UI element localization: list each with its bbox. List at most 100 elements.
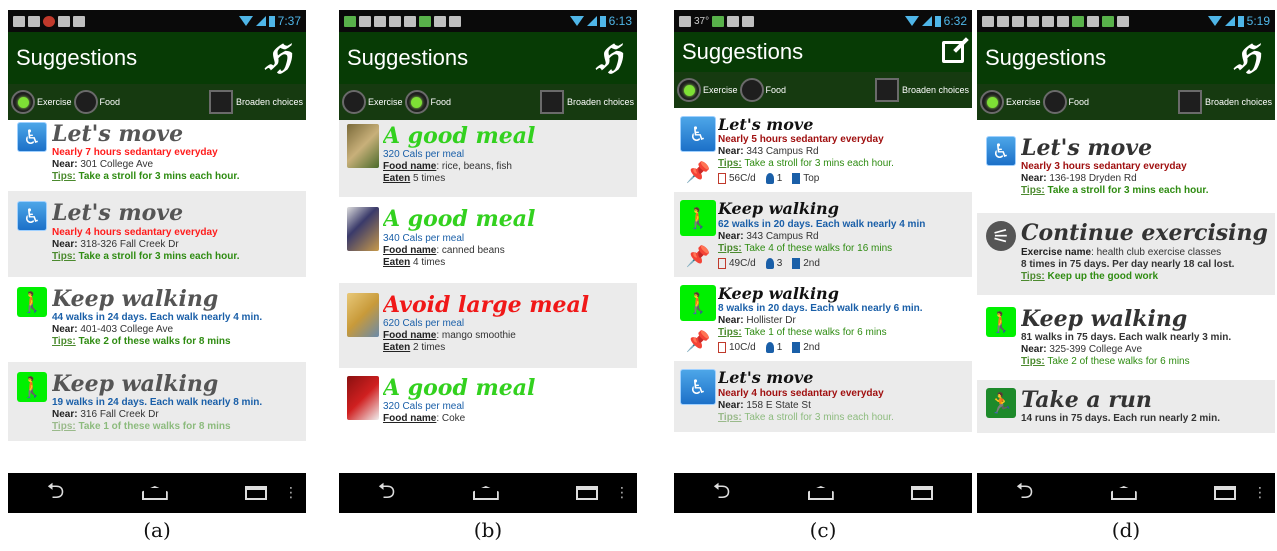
- overflow-menu-icon[interactable]: ⋮: [284, 485, 298, 501]
- list-item[interactable]: ⚟ Continue exercising Exercise name: hea…: [977, 213, 1275, 295]
- app-bar: Suggestions ℌ: [339, 32, 637, 84]
- list-item[interactable]: 🏃 Take a run 14 runs in 75 days. Each ru…: [977, 379, 1275, 434]
- food-photo: [347, 124, 379, 168]
- list-item[interactable]: 🚶 Keep walking 81 walks in 75 days. Each…: [977, 295, 1275, 380]
- edit-icon[interactable]: [942, 41, 964, 63]
- clock: 6:13: [608, 14, 632, 28]
- recent-apps-icon[interactable]: [911, 486, 934, 500]
- food-photo: [347, 292, 379, 337]
- notification-icon: [1057, 15, 1069, 27]
- back-icon[interactable]: ⮌: [47, 474, 65, 512]
- nav-bar: ⮌ ⋮: [339, 473, 637, 513]
- sitting-icon: ♿: [17, 201, 47, 232]
- app-notification-icon: [419, 15, 431, 27]
- image-icon: [679, 15, 691, 27]
- exercise-radio[interactable]: Exercise: [980, 90, 1041, 114]
- list-item[interactable]: 🚶 📌 Keep walking 8 walks in 20 days. Each…: [674, 277, 972, 361]
- broaden-choices-checkbox[interactable]: [539, 90, 564, 114]
- back-icon[interactable]: ⮌: [378, 474, 396, 512]
- list-item[interactable]: ♿ Let's move Nearly 4 hours sedantary ev…: [8, 191, 306, 277]
- overflow-menu-icon[interactable]: ⋮: [615, 485, 629, 501]
- suggestion-list[interactable]: ♿ 📌 Let's move Nearly 5 hours sedantary e…: [674, 108, 972, 473]
- calorie-icon: [718, 257, 726, 269]
- recent-apps-icon[interactable]: [1214, 486, 1237, 500]
- list-item[interactable]: A good meal 320 Cals per meal Food name:…: [339, 368, 637, 433]
- android-icon: [982, 15, 994, 27]
- app-logo-icon[interactable]: ℌ: [589, 38, 629, 78]
- android-icon: [73, 15, 85, 27]
- battery-icon: [1237, 15, 1244, 27]
- walking-icon: 🚶: [680, 200, 716, 237]
- status-bar: 7:37: [8, 10, 306, 32]
- app-bar: Suggestions ℌ: [8, 32, 306, 84]
- list-item[interactable]: ♿ Let's move Nearly 4 hours sedantary ev…: [674, 361, 972, 432]
- person-icon: [765, 342, 774, 354]
- broaden-choices-label: Broaden choices: [235, 97, 303, 107]
- phone-screen-c: 37° 6:32 Suggestions Exercise Food Broad…: [674, 10, 972, 513]
- recent-apps-icon[interactable]: [245, 486, 268, 500]
- home-icon[interactable]: [472, 486, 499, 500]
- list-item[interactable]: A good meal 320 Cals per meal Food name:…: [339, 120, 637, 198]
- filter-bar: Exercise Food Broaden choices: [8, 84, 306, 120]
- exercise-radio[interactable]: Exercise: [677, 78, 738, 102]
- walking-icon: 🚶: [986, 306, 1016, 337]
- page-title: Suggestions: [16, 45, 138, 70]
- mail-icon: [1012, 15, 1024, 27]
- food-radio[interactable]: Food: [73, 90, 120, 114]
- exercise-radio[interactable]: Exercise: [11, 90, 72, 114]
- voicemail-icon: [434, 15, 446, 27]
- suggestion-list[interactable]: ♿ Let's move Nearly 3 hours sedantary ev…: [977, 120, 1275, 473]
- broaden-choices-checkbox[interactable]: [874, 78, 899, 102]
- nav-bar: ⮌ ⋮: [977, 473, 1275, 513]
- app-bar: Suggestions ℌ: [977, 32, 1275, 84]
- walking-icon: 🚶: [17, 286, 47, 317]
- home-icon[interactable]: [1110, 486, 1137, 500]
- broaden-choices-label: Broaden choices: [901, 85, 969, 95]
- pin-icon[interactable]: 📌: [686, 329, 711, 353]
- wifi-icon: [238, 16, 253, 26]
- check-icon: [1042, 15, 1054, 27]
- broaden-choices-checkbox[interactable]: [1177, 90, 1202, 114]
- pin-icon[interactable]: 📌: [686, 244, 711, 268]
- filter-bar: Exercise Food Broaden choices: [977, 84, 1275, 120]
- chat-icon: [374, 15, 386, 27]
- android-icon: [727, 15, 740, 27]
- sitting-icon: ♿: [986, 136, 1016, 166]
- back-icon[interactable]: ⮌: [1016, 474, 1034, 512]
- list-item[interactable]: ♿ Let's move Nearly 7 hours sedantary ev…: [8, 120, 306, 191]
- signal-icon: [1224, 16, 1235, 26]
- figure-caption: (d): [1111, 518, 1141, 542]
- list-item[interactable]: Avoid large meal 620 Cals per meal Food …: [339, 282, 637, 368]
- mail-icon: [13, 15, 25, 27]
- suggestion-list[interactable]: A good meal 320 Cals per meal Food name:…: [339, 120, 637, 473]
- list-item[interactable]: ♿ 📌 Let's move Nearly 5 hours sedantary e…: [674, 108, 972, 192]
- broaden-choices-checkbox[interactable]: [208, 90, 233, 114]
- phone-screen-b: 6:13 Suggestions ℌ Exercise Food Broaden…: [339, 10, 637, 513]
- recent-apps-icon[interactable]: [576, 486, 599, 500]
- suggestion-list[interactable]: ♿ Let's move Nearly 7 hours sedantary ev…: [8, 120, 306, 473]
- food-radio[interactable]: Food: [739, 78, 786, 102]
- image-icon: [997, 15, 1009, 27]
- twitter-icon: [1027, 15, 1039, 27]
- page-title: Suggestions: [985, 45, 1107, 70]
- exercise-radio[interactable]: Exercise: [342, 90, 403, 114]
- food-radio[interactable]: Food: [404, 90, 451, 114]
- list-item[interactable]: 🚶 Keep walking 44 walks in 24 days. Each…: [8, 277, 306, 362]
- overflow-menu-icon[interactable]: ⋮: [1253, 485, 1267, 501]
- list-item[interactable]: A good meal 340 Cals per meal Food name:…: [339, 197, 637, 282]
- food-radio[interactable]: Food: [1042, 90, 1089, 114]
- app-logo-icon[interactable]: ℌ: [1227, 38, 1267, 78]
- list-item[interactable]: 🚶 📌 Keep walking 62 walks in 20 days. Eac…: [674, 192, 972, 277]
- home-icon[interactable]: [141, 486, 168, 500]
- list-item[interactable]: 🚶 Keep walking 19 walks in 24 days. Each…: [8, 361, 306, 442]
- pin-icon[interactable]: 📌: [686, 160, 711, 184]
- app-logo-icon[interactable]: ℌ: [258, 38, 298, 78]
- walking-icon: 🚶: [17, 371, 47, 402]
- clock: 6:32: [943, 14, 967, 28]
- list-item[interactable]: ♿ Let's move Nearly 3 hours sedantary ev…: [977, 120, 1275, 213]
- broaden-choices-label: Broaden choices: [566, 97, 634, 107]
- clock: 7:37: [277, 14, 301, 28]
- home-icon[interactable]: [807, 486, 834, 500]
- person-icon: [765, 173, 774, 185]
- back-icon[interactable]: ⮌: [713, 474, 731, 512]
